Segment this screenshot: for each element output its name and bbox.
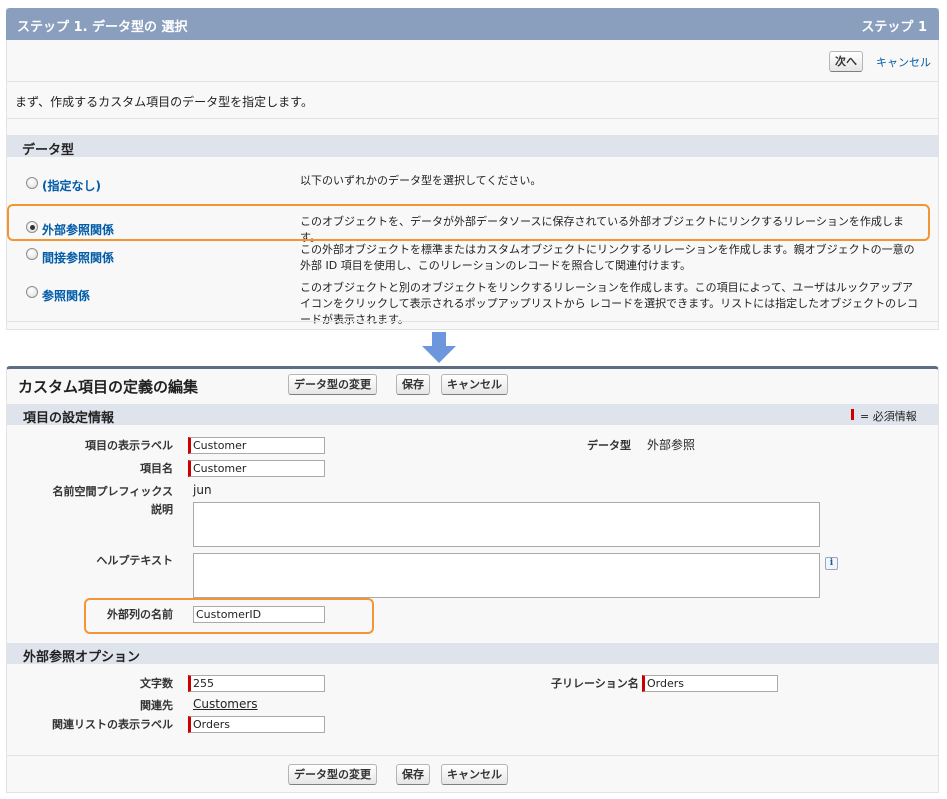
data-type-section: データ型 bbox=[7, 135, 938, 158]
step-header: ステップ 1. データ型の 選択 ステップ 1 bbox=[6, 8, 939, 40]
data-type-label: データ型 bbox=[587, 439, 631, 452]
length-label: 文字数 bbox=[140, 677, 173, 690]
edit-title: カスタム項目の定義の編集 bbox=[18, 378, 199, 396]
radio-indirect-lookup[interactable] bbox=[26, 248, 38, 260]
help-text-label: ヘルプテキスト bbox=[96, 554, 173, 567]
related-list-label: 関連リストの表示ラベル bbox=[52, 718, 173, 731]
step-indicator: ステップ 1 bbox=[861, 20, 927, 35]
field-label-label: 項目の表示ラベル bbox=[85, 439, 173, 452]
description-label: 説明 bbox=[151, 503, 173, 516]
length-input[interactable] bbox=[188, 675, 325, 692]
field-label-input[interactable] bbox=[188, 437, 325, 454]
related-to-link[interactable]: Customers bbox=[193, 697, 258, 711]
related-list-input[interactable] bbox=[188, 716, 325, 733]
settings-section: 項目の設定情報 bbox=[7, 404, 938, 426]
step-title: ステップ 1. データ型の 選択 bbox=[17, 20, 188, 35]
divider bbox=[7, 118, 938, 119]
section-title: 外部参照オプション bbox=[23, 650, 141, 665]
highlight-box bbox=[84, 598, 374, 634]
data-type-value: 外部参照 bbox=[647, 438, 696, 452]
child-relationship-label: 子リレーション名 bbox=[551, 677, 639, 690]
required-legend: = 必須情報 bbox=[860, 410, 917, 423]
radio-none[interactable] bbox=[26, 177, 38, 189]
save-button-bottom[interactable]: 保存 bbox=[396, 764, 430, 785]
intro-text: まず、作成するカスタム項目のデータ型を指定します。 bbox=[15, 95, 313, 109]
radio-lookup[interactable] bbox=[26, 286, 38, 298]
cancel-button-bottom[interactable]: キャンセル bbox=[441, 764, 508, 785]
required-legend-marker bbox=[851, 409, 854, 420]
change-data-type-button-bottom[interactable]: データ型の変更 bbox=[288, 764, 377, 785]
option-desc-none: 以下のいずれかのデータ型を選択してください。 bbox=[300, 174, 542, 187]
option-label-lookup[interactable]: 参照関係 bbox=[42, 287, 90, 304]
option-label-indirect-lookup[interactable]: 間接参照関係 bbox=[42, 249, 114, 266]
arrow-down-icon bbox=[422, 332, 456, 363]
divider bbox=[7, 755, 938, 756]
field-name-label: 項目名 bbox=[140, 462, 173, 475]
divider bbox=[7, 81, 938, 82]
cancel-link[interactable]: キャンセル bbox=[876, 54, 931, 70]
option-desc-indirect-lookup: この外部オブジェクトを標準またはカスタムオブジェクトにリンクするリレーションを作… bbox=[300, 243, 915, 272]
divider bbox=[7, 321, 938, 322]
save-button[interactable]: 保存 bbox=[396, 374, 430, 395]
help-text-textarea[interactable] bbox=[193, 553, 820, 598]
option-label-none[interactable]: (指定なし) bbox=[42, 177, 101, 194]
cancel-button[interactable]: キャンセル bbox=[441, 374, 508, 395]
namespace-value: jun bbox=[193, 483, 212, 497]
section-title: データ型 bbox=[22, 143, 75, 158]
namespace-label: 名前空間プレフィックス bbox=[52, 485, 173, 498]
child-relationship-input[interactable] bbox=[642, 675, 778, 692]
highlight-box bbox=[7, 204, 930, 241]
related-to-label: 関連先 bbox=[140, 699, 173, 712]
options-section: 外部参照オプション bbox=[7, 643, 938, 665]
field-name-input[interactable] bbox=[188, 460, 325, 477]
change-data-type-button[interactable]: データ型の変更 bbox=[288, 374, 377, 395]
section-title: 項目の設定情報 bbox=[23, 411, 115, 426]
description-textarea[interactable] bbox=[193, 502, 820, 547]
info-icon[interactable]: i bbox=[825, 557, 838, 570]
next-button[interactable]: 次へ bbox=[829, 51, 863, 72]
